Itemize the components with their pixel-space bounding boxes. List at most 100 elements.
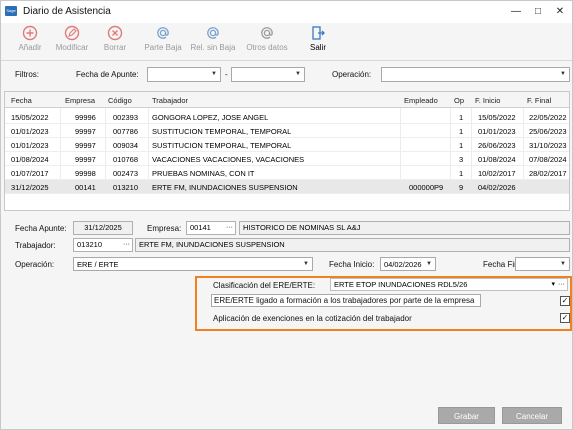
col-trabajador[interactable]: Trabajador [152,96,188,105]
maximize-button[interactable]: □ [529,4,547,20]
trabajador-name-field: ERTE FM, INUNDACIONES SUSPENSION [135,238,570,252]
diario-asistencia-window: Sage Diario de Asistencia — □ ✕ Añadir M… [0,0,573,430]
col-fecha[interactable]: Fecha [11,96,32,105]
cell-codigo: 002393 [113,113,139,122]
fecha-inicio-select[interactable]: 04/02/2026 ▼ [380,257,436,271]
operacion-label: Operación: [15,260,55,269]
date-range-separator: - [225,70,228,79]
exit-button[interactable]: Salir [306,25,330,52]
cell-codigo: 002473 [113,169,139,178]
clasificacion-select[interactable]: ERTE ETOP INUNDACIONES RDL5/26 ▾ ··· [330,278,568,291]
cell-codigo: 010768 [113,155,139,164]
cell-op: 1 [459,169,464,178]
rel-sin-baja-button[interactable]: Rel. sin Baja [189,25,237,52]
cell-op: 1 [459,113,464,122]
lookup-dots-icon[interactable]: ··· [558,279,565,290]
fecha-inicio-value: 04/02/2026 [384,260,422,269]
table-row-selected[interactable]: 31/12/2025 00141 013210 ERTE FM, INUNDAC… [5,180,569,194]
operacion-value: ERE / ERTE [77,260,119,269]
at-sign-icon [157,27,169,39]
trabajador-code-field[interactable]: 013210 ··· [73,238,133,252]
clasificacion-value: ERTE ETOP INUNDACIONES RDL5/26 [334,280,468,289]
add-button[interactable]: Añadir [15,25,45,52]
cell-f-final: 22/05/2022 [529,113,567,122]
delete-button[interactable]: Borrar [99,25,131,52]
table-row[interactable]: 01/07/2017 99998 002473 PRUEBAS NOMINAS,… [5,166,569,180]
cell-f-final: 07/08/2024 [529,155,567,164]
cell-f-inicio: 01/01/2023 [478,127,516,136]
chevron-down-icon: ▼ [560,261,566,267]
col-f-final[interactable]: F. Final [527,96,551,105]
table-row[interactable]: 01/01/2023 99997 009034 SUSTITUCION TEMP… [5,138,569,152]
otros-datos-label: Otros datos [246,43,288,52]
ere-erte-formacion-checkbox[interactable]: ✓ [560,296,570,306]
fecha-apunte-from-select[interactable]: ▼ [147,67,221,82]
table-header: Fecha Empresa Código Trabajador Empleado… [5,92,569,108]
add-label: Añadir [18,43,42,52]
rel-sin-baja-label: Rel. sin Baja [190,43,236,52]
cell-empresa: 00141 [75,183,96,192]
close-button[interactable]: ✕ [551,4,569,20]
app-logo-icon: Sage [5,6,17,16]
fecha-apunte-filter-label: Fecha de Apunte: [76,70,139,79]
lookup-dots-icon[interactable]: ··· [226,222,233,234]
table-row[interactable]: 01/08/2024 99997 010768 VACACIONES VACAC… [5,152,569,166]
fecha-apunte-field[interactable]: 31/12/2025 [73,221,133,235]
operacion-filter-label: Operación: [332,70,372,79]
col-f-inicio[interactable]: F. Inicio [475,96,500,105]
trabajador-code: 013210 [77,240,103,249]
cell-fecha: 01/08/2024 [11,155,49,164]
empresa-code-field[interactable]: 00141 ··· [186,221,236,235]
parte-baja-button[interactable]: Parte Baja [142,25,184,52]
operacion-select[interactable]: ERE / ERTE ▼ [73,257,313,271]
minimize-button[interactable]: — [507,4,525,20]
empresa-label: Empresa: [147,224,182,233]
cell-fecha: 15/05/2022 [11,113,49,122]
col-op[interactable]: Op [454,96,464,105]
cancel-button[interactable]: Cancelar [502,407,562,424]
table-row[interactable]: 15/05/2022 99996 002393 GONGORA LOPEZ, J… [5,110,569,124]
at-sign-icon [261,27,273,39]
modify-button[interactable]: Modificar [51,25,93,52]
empresa-code: 00141 [190,223,211,232]
chevron-down-icon: ▼ [560,71,566,77]
cell-codigo: 009034 [113,141,139,150]
title-bar: Sage Diario de Asistencia — □ ✕ [1,1,572,23]
fecha-apunte-to-select[interactable]: ▼ [231,67,305,82]
otros-datos-button[interactable]: Otros datos [245,25,289,52]
operacion-filter-select[interactable]: ▼ [381,67,570,82]
cell-trabajador: PRUEBAS NOMINAS, CON IT [152,169,255,178]
cell-codigo: 007786 [113,127,139,136]
cell-trabajador: ERTE FM, INUNDACIONES SUSPENSION [152,183,298,192]
fecha-fin-select[interactable]: ▼ [515,257,570,271]
save-button[interactable]: Grabar [438,407,495,424]
cell-codigo: 013210 [113,183,139,192]
col-codigo[interactable]: Código [108,96,132,105]
cell-f-inicio: 26/06/2023 [478,141,516,150]
cell-op: 1 [459,141,464,150]
col-empresa[interactable]: Empresa [65,96,95,105]
pencil-circle-icon [64,25,80,41]
col-empleado[interactable]: Empleado [404,96,438,105]
chevron-down-icon: ▼ [426,261,432,267]
table-row[interactable]: 01/01/2023 99997 007786 SUSTITUCION TEMP… [5,124,569,138]
exenciones-cotizacion-checkbox[interactable]: ✓ [560,313,570,323]
cell-f-inicio: 01/08/2024 [478,155,516,164]
empresa-name-field: HISTORICO DE NOMINAS SL A&J [239,221,570,235]
cell-f-inicio: 10/02/2017 [478,169,516,178]
check1-label: ERE/ERTE ligado a formación a los trabaj… [211,294,481,307]
cell-fecha: 01/01/2023 [11,127,49,136]
lookup-dots-icon[interactable]: ··· [123,239,130,251]
cell-op: 3 [459,155,464,164]
clasificacion-label: Clasificación del ERE/ERTE: [213,281,316,290]
cell-empresa: 99996 [75,113,96,122]
cell-trabajador: SUSTITUCION TEMPORAL, TEMPORAL [152,127,292,136]
chevron-down-icon: ▼ [211,71,217,77]
cell-empresa: 99997 [75,127,96,136]
cell-f-final: 31/10/2023 [529,141,567,150]
exit-icon [312,26,325,40]
cell-trabajador: VACACIONES VACACIONES, VACACIONES [152,155,305,164]
cell-fecha: 01/07/2017 [11,169,49,178]
cell-empresa: 99997 [75,141,96,150]
cell-empleado: 000000P9 [409,183,444,192]
